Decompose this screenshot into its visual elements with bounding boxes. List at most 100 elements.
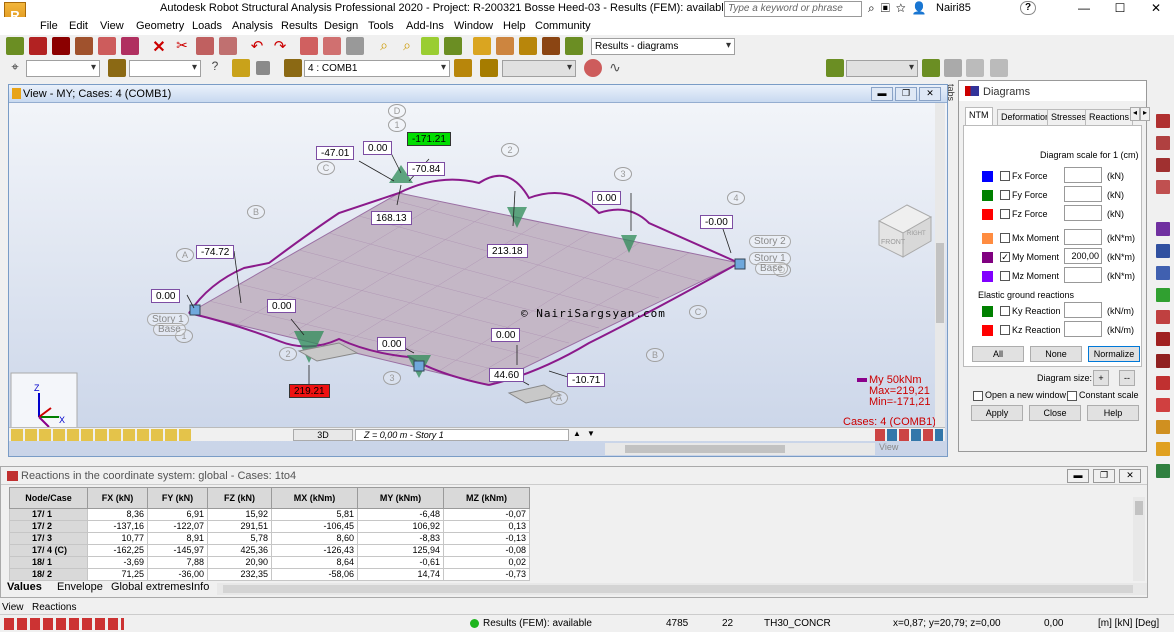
fx-force-input[interactable] xyxy=(1064,167,1102,183)
open-icon[interactable] xyxy=(29,37,47,55)
zoom-icon[interactable]: ⌕ xyxy=(375,37,393,55)
table-row[interactable]: 17/ 2 -137,16 -122,07 291,51 -106,45 106… xyxy=(9,520,530,533)
deformation-icon[interactable]: ∿ xyxy=(606,59,624,77)
col-fy[interactable]: FY (kN) xyxy=(147,487,208,509)
releases-icon[interactable] xyxy=(1156,266,1170,280)
menu-help[interactable]: Help xyxy=(503,20,526,32)
table-row[interactable]: 18/ 2 71,25 -36,00 232,35 -58,06 14,74 -… xyxy=(9,568,530,581)
case-next-icon[interactable] xyxy=(454,59,472,77)
mz-moment-checkbox[interactable] xyxy=(1000,271,1010,281)
doc-tab-view[interactable]: View xyxy=(2,602,24,613)
apply-button[interactable]: Apply xyxy=(971,405,1023,421)
selection-help-icon[interactable]: ? xyxy=(206,59,224,77)
close-dialog-button[interactable]: Close xyxy=(1029,405,1081,421)
print-icon[interactable] xyxy=(75,37,93,55)
close-button[interactable]: ✕ xyxy=(1138,0,1174,17)
storey-all-icon[interactable] xyxy=(966,59,984,77)
view-minimize-button[interactable]: ▬ xyxy=(871,87,893,101)
cart-icon[interactable]: ▣ xyxy=(881,1,896,15)
storey-up-icon[interactable] xyxy=(922,59,940,77)
menu-window[interactable]: Window xyxy=(454,20,493,32)
calculations-icon[interactable] xyxy=(496,37,514,55)
supports-icon[interactable] xyxy=(444,37,462,55)
layout-select[interactable]: Results - diagrams xyxy=(591,38,735,55)
my-moment-input[interactable]: 200,00 xyxy=(1064,248,1102,264)
ky-reaction-checkbox[interactable] xyxy=(1000,306,1010,316)
node-select-icon[interactable]: ⌖ xyxy=(6,59,24,77)
loads-icon[interactable] xyxy=(473,37,491,55)
normalize-button[interactable]: Normalize xyxy=(1088,346,1140,362)
star-icon[interactable]: ☆ xyxy=(896,1,912,15)
col-mx[interactable]: MX (kNm) xyxy=(271,487,358,509)
tab-reactions[interactable]: Reactions xyxy=(1085,109,1134,125)
menu-design[interactable]: Design xyxy=(324,20,358,32)
display-icon[interactable] xyxy=(232,59,250,77)
status-toolbar-icons[interactable] xyxy=(4,618,124,630)
screen-capture-icon[interactable] xyxy=(121,37,139,55)
binoculars-icon[interactable]: ⌕ xyxy=(868,1,881,15)
view-cube[interactable]: FRONT RIGHT xyxy=(877,204,933,258)
supports-vicon[interactable] xyxy=(1156,222,1170,236)
storey-down-icon[interactable] xyxy=(944,59,962,77)
view-mode-3d[interactable]: 3D xyxy=(293,429,353,441)
materials-icon[interactable] xyxy=(1156,244,1170,258)
help-button[interactable]: Help xyxy=(1087,405,1139,421)
search-input[interactable]: Type a keyword or phrase xyxy=(724,1,862,17)
paste-icon[interactable] xyxy=(219,37,237,55)
bar-selection-field[interactable] xyxy=(129,60,201,77)
all-button[interactable]: All xyxy=(972,346,1024,362)
undo-icon[interactable]: ↶ xyxy=(248,37,266,55)
bar-select-icon[interactable] xyxy=(108,59,126,77)
case-select[interactable]: 4 : COMB1 xyxy=(304,60,450,77)
col-my[interactable]: MY (kNm) xyxy=(357,487,444,509)
redo-icon[interactable]: ↷ xyxy=(271,37,289,55)
col-fx[interactable]: FX (kN) xyxy=(87,487,148,509)
design-icon[interactable] xyxy=(542,37,560,55)
col-node-case[interactable]: Node/Case xyxy=(9,487,88,509)
view-display-toolbar[interactable] xyxy=(11,429,191,441)
fy-force-input[interactable] xyxy=(1064,186,1102,202)
view-vertical-scrollbar[interactable] xyxy=(935,103,945,427)
menu-results[interactable]: Results xyxy=(281,20,318,32)
diagrams-vicon[interactable] xyxy=(1156,398,1170,412)
menu-community[interactable]: Community xyxy=(535,20,591,32)
tools-icon[interactable] xyxy=(565,37,583,55)
node-selection-field[interactable] xyxy=(26,60,100,77)
storey-icon[interactable] xyxy=(826,59,844,77)
tab-ntm[interactable]: NTM xyxy=(965,107,993,125)
tab-scroll-right-icon[interactable]: ▸ xyxy=(1140,107,1150,121)
view-tab[interactable]: View xyxy=(879,442,929,452)
table-row[interactable]: 17/ 1 8,36 6,91 15,92 5,81 -6,48 -0,07 xyxy=(9,508,530,521)
tab-scroll-left-icon[interactable]: ◂ xyxy=(1130,107,1140,121)
maps-icon[interactable] xyxy=(1156,420,1170,434)
table-row[interactable]: 17/ 3 10,77 8,91 5,78 8,60 -8,83 -0,13 xyxy=(9,532,530,545)
lock-icon[interactable] xyxy=(346,37,364,55)
fx-force-checkbox[interactable] xyxy=(1000,171,1010,181)
storey-settings-icon[interactable] xyxy=(990,59,1008,77)
sections-icon[interactable] xyxy=(1156,180,1170,194)
table-hscroll-thumb[interactable] xyxy=(223,585,1133,593)
fz-force-checkbox[interactable] xyxy=(1000,209,1010,219)
panels-icon[interactable] xyxy=(1156,288,1170,302)
menu-analysis[interactable]: Analysis xyxy=(232,20,273,32)
tab-stresses[interactable]: Stresses xyxy=(1047,109,1091,125)
preview-icon[interactable] xyxy=(98,37,116,55)
storey-select[interactable] xyxy=(846,60,918,77)
col-mz[interactable]: MZ (kNm) xyxy=(443,487,530,509)
tab-values[interactable]: Values xyxy=(7,581,42,593)
reactions-close-button[interactable]: ✕ xyxy=(1119,469,1141,483)
menu-geometry[interactable]: Geometry xyxy=(136,20,184,32)
units-indicator[interactable]: [m] [kN] [Deg] xyxy=(1098,618,1159,629)
reactions-table[interactable]: Node/Case FX (kN) FY (kN) FZ (kN) MX (kN… xyxy=(9,487,530,581)
copy-icon[interactable] xyxy=(196,37,214,55)
zoom-window-icon[interactable]: ⌕ xyxy=(398,37,416,55)
mx-moment-input[interactable] xyxy=(1064,229,1102,245)
menu-loads[interactable]: Loads xyxy=(192,20,222,32)
color-icon[interactable] xyxy=(256,61,270,75)
constant-scale-checkbox[interactable] xyxy=(1067,391,1077,401)
save-icon[interactable] xyxy=(52,37,70,55)
help-icon[interactable]: ? xyxy=(1020,1,1036,15)
print-vicon[interactable] xyxy=(1156,464,1170,478)
doc-tab-reactions[interactable]: Reactions xyxy=(32,602,76,613)
menu-file[interactable]: File xyxy=(40,20,58,32)
